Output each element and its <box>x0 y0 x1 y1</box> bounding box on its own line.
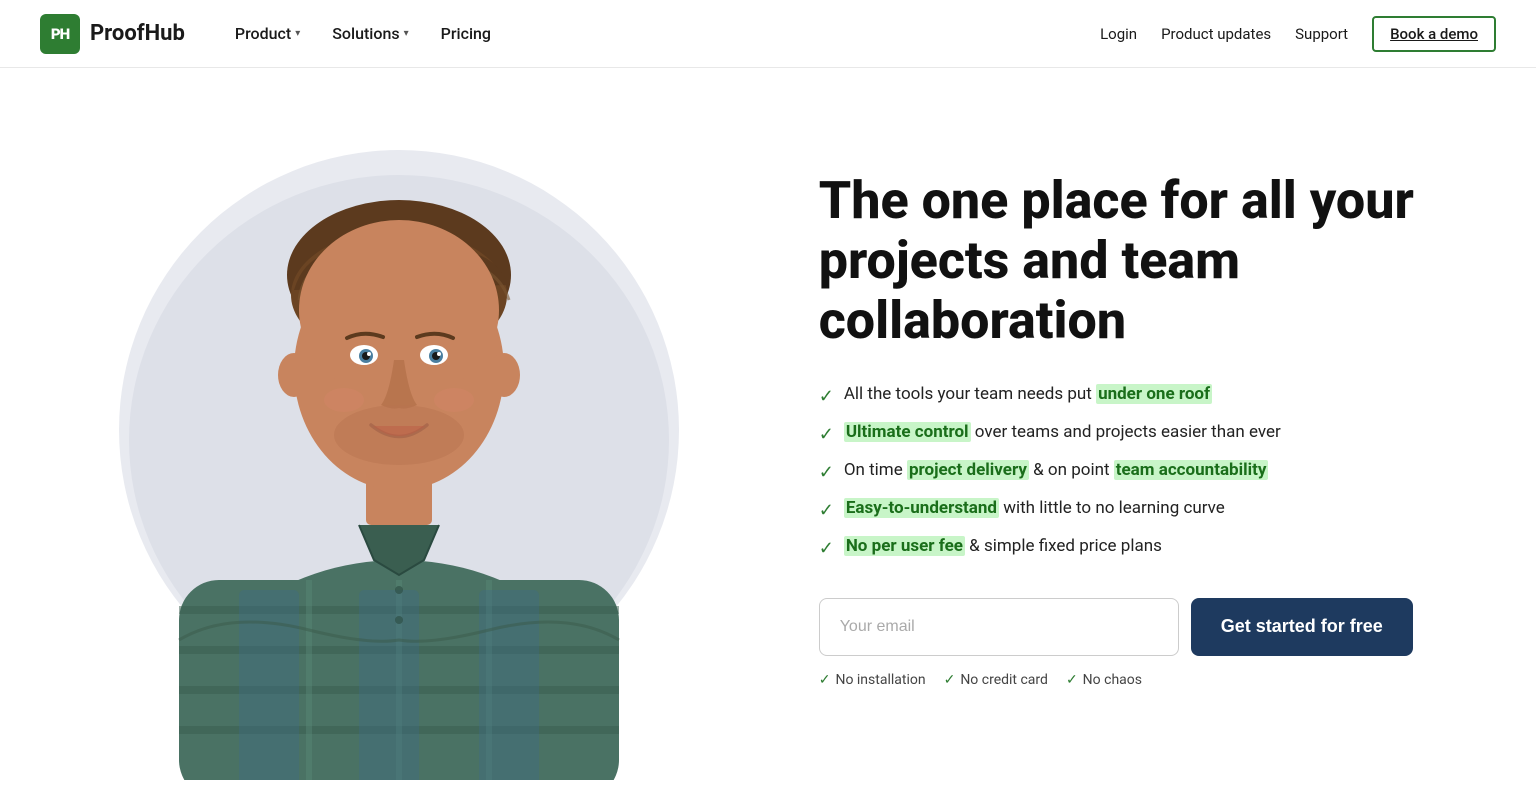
feature-text-4: Easy-to-understand with little to no lea… <box>844 497 1225 521</box>
nav-product-label: Product <box>235 24 291 43</box>
subtext-check-icon-3: ✓ <box>1066 672 1078 688</box>
highlight-project-delivery: project delivery <box>907 460 1029 480</box>
get-started-button[interactable]: Get started for free <box>1191 598 1413 656</box>
cta-row: Get started for free <box>819 598 1476 656</box>
nav-pricing-label: Pricing <box>441 24 491 43</box>
feature-item-5: ✓ No per user fee & simple fixed price p… <box>819 535 1476 561</box>
nav-solutions-label: Solutions <box>332 24 399 43</box>
person-svg <box>109 100 689 780</box>
nav-login[interactable]: Login <box>1100 25 1137 43</box>
subtext-label-2: No credit card <box>960 672 1048 688</box>
nav-book-demo[interactable]: Book a demo <box>1372 16 1496 52</box>
subtext-label-3: No chaos <box>1083 672 1142 688</box>
chevron-down-icon: ▾ <box>295 28 300 39</box>
subtext-no-credit-card: ✓ No credit card <box>944 672 1048 688</box>
nav-product[interactable]: Product ▾ <box>221 16 314 51</box>
hero-section: The one place for all your projects and … <box>0 68 1536 791</box>
feature-text-2: Ultimate control over teams and projects… <box>844 421 1281 445</box>
logo-icon: PH <box>40 14 80 54</box>
nav-pricing[interactable]: Pricing <box>427 16 505 51</box>
subtext-no-installation: ✓ No installation <box>819 672 926 688</box>
nav-solutions[interactable]: Solutions ▾ <box>318 16 422 51</box>
check-icon-4: ✓ <box>819 498 834 523</box>
hero-features-list: ✓ All the tools your team needs put unde… <box>819 383 1476 562</box>
highlight-under-one-roof: under one roof <box>1096 384 1212 404</box>
hero-headline: The one place for all your projects and … <box>819 171 1439 350</box>
subtext-check-icon-1: ✓ <box>819 672 831 688</box>
nav-left: Product ▾ Solutions ▾ Pricing <box>221 16 1100 51</box>
feature-text-5: No per user fee & simple fixed price pla… <box>844 535 1162 559</box>
highlight-no-per-user-fee: No per user fee <box>844 536 965 556</box>
check-icon-3: ✓ <box>819 460 834 485</box>
highlight-easy-to-understand: Easy-to-understand <box>844 498 999 518</box>
hero-person-image <box>89 80 709 780</box>
feature-text-3: On time project delivery & on point team… <box>844 459 1269 483</box>
feature-item-1: ✓ All the tools your team needs put unde… <box>819 383 1476 409</box>
check-icon-2: ✓ <box>819 422 834 447</box>
check-icon-5: ✓ <box>819 536 834 561</box>
navbar: PH ProofHub Product ▾ Solutions ▾ Pricin… <box>0 0 1536 68</box>
subtext-no-chaos: ✓ No chaos <box>1066 672 1142 688</box>
subtext-label-1: No installation <box>835 672 925 688</box>
nav-right: Login Product updates Support Book a dem… <box>1100 16 1496 52</box>
hero-image-area <box>0 70 799 790</box>
email-input[interactable] <box>819 598 1179 656</box>
feature-text-1: All the tools your team needs put under … <box>844 383 1212 407</box>
chevron-down-icon: ▾ <box>404 28 409 39</box>
subtext-check-icon-2: ✓ <box>944 672 956 688</box>
logo-name: ProofHub <box>90 21 185 46</box>
nav-support[interactable]: Support <box>1295 25 1348 43</box>
feature-item-3: ✓ On time project delivery & on point te… <box>819 459 1476 485</box>
check-icon-1: ✓ <box>819 384 834 409</box>
logo[interactable]: PH ProofHub <box>40 14 185 54</box>
hero-content: The one place for all your projects and … <box>799 111 1536 747</box>
feature-item-2: ✓ Ultimate control over teams and projec… <box>819 421 1476 447</box>
feature-item-4: ✓ Easy-to-understand with little to no l… <box>819 497 1476 523</box>
highlight-ultimate-control: Ultimate control <box>844 422 971 442</box>
cta-subtext: ✓ No installation ✓ No credit card ✓ No … <box>819 672 1476 688</box>
nav-product-updates[interactable]: Product updates <box>1161 25 1271 43</box>
highlight-team-accountability: team accountability <box>1114 460 1269 480</box>
